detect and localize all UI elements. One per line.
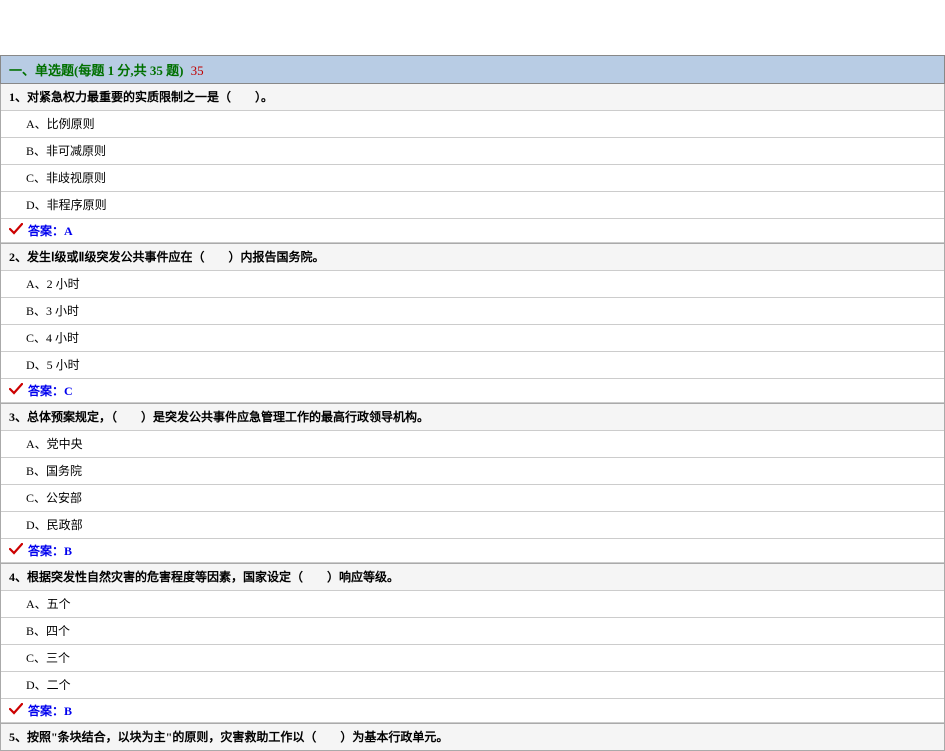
check-icon bbox=[9, 543, 23, 559]
question-stem: 3、总体预案规定，（ ）是突发公共事件应急管理工作的最高行政领导机构。 bbox=[1, 403, 944, 431]
exam-page: 一、单选题(每题 1 分,共 35 题) 35 1、对紧急权力最重要的实质限制之… bbox=[0, 0, 945, 751]
answer-text: 答案：B bbox=[28, 542, 72, 559]
question-stem: 1、对紧急权力最重要的实质限制之一是（ ）。 bbox=[1, 84, 944, 111]
answer-text: 答案：C bbox=[28, 382, 73, 399]
question-option: B、非可减原则 bbox=[1, 138, 944, 165]
check-icon bbox=[9, 223, 23, 239]
question-option: B、国务院 bbox=[1, 458, 944, 485]
question-option: D、民政部 bbox=[1, 512, 944, 539]
question-option: A、2 小时 bbox=[1, 271, 944, 298]
question-option: C、4 小时 bbox=[1, 325, 944, 352]
answer-row: 答案：C bbox=[1, 379, 944, 403]
check-icon bbox=[9, 383, 23, 399]
section-score: 35 bbox=[191, 63, 204, 78]
question-option: B、四个 bbox=[1, 618, 944, 645]
question-option: A、五个 bbox=[1, 591, 944, 618]
question-option: D、非程序原则 bbox=[1, 192, 944, 219]
question-option: D、5 小时 bbox=[1, 352, 944, 379]
question-option: A、比例原则 bbox=[1, 111, 944, 138]
section-title: 一、单选题(每题 1 分,共 35 题) bbox=[9, 63, 183, 78]
question-option: A、党中央 bbox=[1, 431, 944, 458]
question-stem: 5、按照"条块结合，以块为主"的原则，灾害救助工作以（ ）为基本行政单元。 bbox=[1, 723, 944, 750]
answer-row: 答案：A bbox=[1, 219, 944, 243]
question-option: B、3 小时 bbox=[1, 298, 944, 325]
question-option: D、二个 bbox=[1, 672, 944, 699]
questions-container: 1、对紧急权力最重要的实质限制之一是（ ）。 A、比例原则 B、非可减原则 C、… bbox=[0, 84, 945, 751]
question-option: C、公安部 bbox=[1, 485, 944, 512]
answer-text: 答案：A bbox=[28, 222, 73, 239]
answer-row: 答案：B bbox=[1, 539, 944, 563]
question-option: C、三个 bbox=[1, 645, 944, 672]
check-icon bbox=[9, 703, 23, 719]
answer-row: 答案：B bbox=[1, 699, 944, 723]
question-stem: 4、根据突发性自然灾害的危害程度等因素，国家设定（ ）响应等级。 bbox=[1, 563, 944, 591]
question-option: C、非歧视原则 bbox=[1, 165, 944, 192]
answer-text: 答案：B bbox=[28, 702, 72, 719]
section-header: 一、单选题(每题 1 分,共 35 题) 35 bbox=[0, 55, 945, 84]
question-stem: 2、发生Ⅰ级或Ⅱ级突发公共事件应在（ ）内报告国务院。 bbox=[1, 243, 944, 271]
